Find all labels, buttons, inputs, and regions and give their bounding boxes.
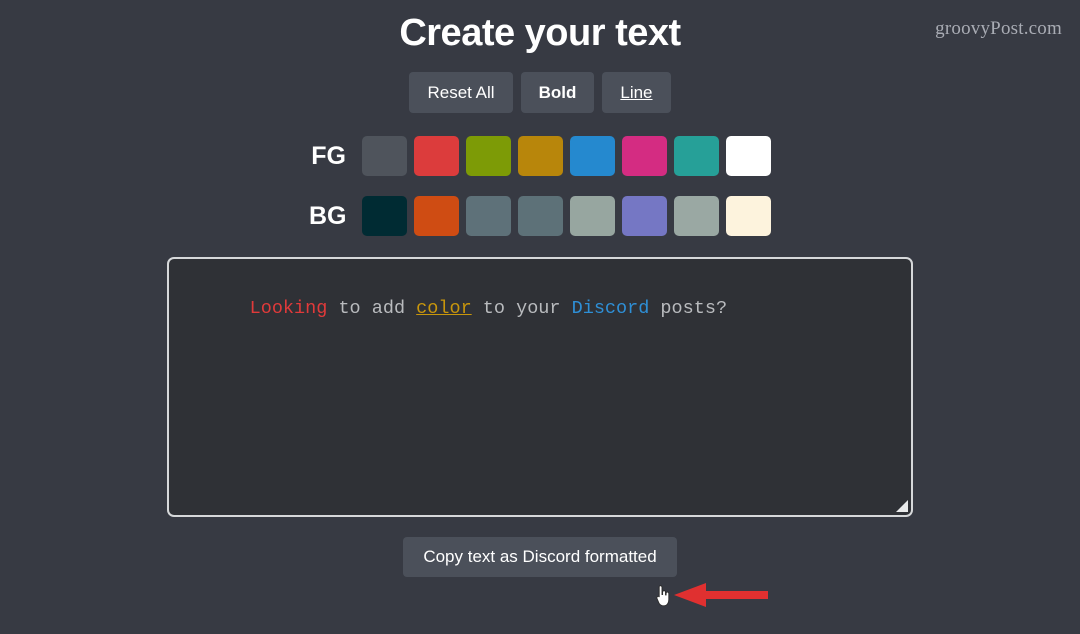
bg-swatch-gray-green[interactable] bbox=[570, 196, 615, 236]
fg-swatch-dark-gray[interactable] bbox=[362, 136, 407, 176]
fg-swatch-white[interactable] bbox=[726, 136, 771, 176]
editor-token-0: Looking bbox=[249, 297, 328, 319]
background-color-row: BG bbox=[0, 196, 1080, 236]
bold-button[interactable]: Bold bbox=[520, 72, 595, 113]
fg-swatch-gold[interactable] bbox=[518, 136, 563, 176]
bg-swatch-cream[interactable] bbox=[726, 196, 771, 236]
line-button[interactable]: Line bbox=[602, 72, 671, 113]
app-root: groovyPost.com Create your text Reset Al… bbox=[0, 0, 1080, 634]
reset-all-button[interactable]: Reset All bbox=[409, 72, 513, 113]
bg-swatch-slate-blue[interactable] bbox=[466, 196, 511, 236]
bg-swatch-sage[interactable] bbox=[674, 196, 719, 236]
fg-swatch-red[interactable] bbox=[414, 136, 459, 176]
bg-swatch-orange[interactable] bbox=[414, 196, 459, 236]
copy-row: Copy text as Discord formatted bbox=[0, 537, 1080, 577]
bg-swatch-dark-teal[interactable] bbox=[362, 196, 407, 236]
text-editor[interactable]: Looking to add color to your Discord pos… bbox=[167, 257, 913, 517]
bg-swatch-periwinkle[interactable] bbox=[622, 196, 667, 236]
mouse-cursor-pointer-icon bbox=[656, 585, 670, 607]
fg-swatch-teal[interactable] bbox=[674, 136, 719, 176]
editor-token-5: posts? bbox=[649, 297, 728, 319]
page-title: Create your text bbox=[399, 12, 681, 54]
editor-container: Looking to add color to your Discord pos… bbox=[0, 257, 1080, 517]
editor-token-3: to your bbox=[471, 297, 572, 319]
background-label: BG bbox=[309, 201, 347, 230]
bg-swatch-slate-gray[interactable] bbox=[518, 196, 563, 236]
resize-handle-icon[interactable] bbox=[895, 499, 909, 513]
foreground-color-row: FG bbox=[0, 136, 1080, 176]
fg-swatch-olive[interactable] bbox=[466, 136, 511, 176]
copy-discord-formatted-button[interactable]: Copy text as Discord formatted bbox=[403, 537, 677, 577]
fg-swatch-pink[interactable] bbox=[622, 136, 667, 176]
editor-token-4: Discord bbox=[571, 297, 650, 319]
watermark: groovyPost.com bbox=[935, 18, 1062, 39]
format-toolbar: Reset All Bold Line bbox=[0, 72, 1080, 113]
foreground-label: FG bbox=[311, 141, 346, 170]
editor-token-1: to add bbox=[327, 297, 417, 319]
editor-token-2: color bbox=[416, 297, 472, 319]
annotation-arrow-icon bbox=[674, 583, 768, 607]
fg-swatch-blue[interactable] bbox=[570, 136, 615, 176]
editor-content: Looking to add color to your Discord pos… bbox=[250, 298, 727, 319]
